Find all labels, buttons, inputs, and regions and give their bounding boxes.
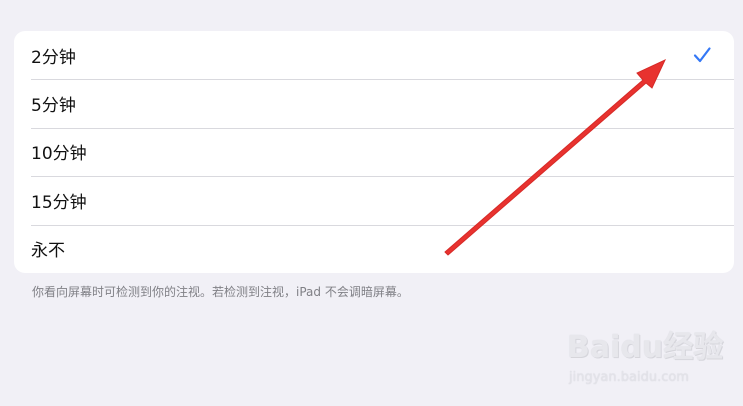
option-2-minutes[interactable]: 2分钟 [14, 31, 734, 79]
option-10-minutes[interactable]: 10分钟 [14, 127, 734, 176]
baidu-jingyan-watermark: Baidu经验 jingyan.baidu.com [565, 322, 735, 392]
watermark-logo: Baidu经验 [567, 330, 724, 365]
auto-lock-options-list: 2分钟 5分钟 10分钟 15分钟 永不 [14, 31, 734, 273]
option-label: 2分钟 [31, 47, 76, 68]
attention-footnote: 你看向屏幕时可检测到你的注视。若检测到注视，iPad 不会调暗屏幕。 [32, 285, 409, 299]
option-never[interactable]: 永不 [14, 224, 734, 273]
option-15-minutes[interactable]: 15分钟 [14, 176, 734, 224]
checkmark-icon [693, 47, 711, 63]
watermark-url: jingyan.baidu.com [569, 370, 689, 385]
option-label: 15分钟 [31, 192, 87, 213]
option-label: 5分钟 [31, 96, 76, 117]
option-5-minutes[interactable]: 5分钟 [14, 79, 734, 127]
option-label: 10分钟 [31, 144, 87, 165]
option-label: 永不 [31, 241, 65, 262]
